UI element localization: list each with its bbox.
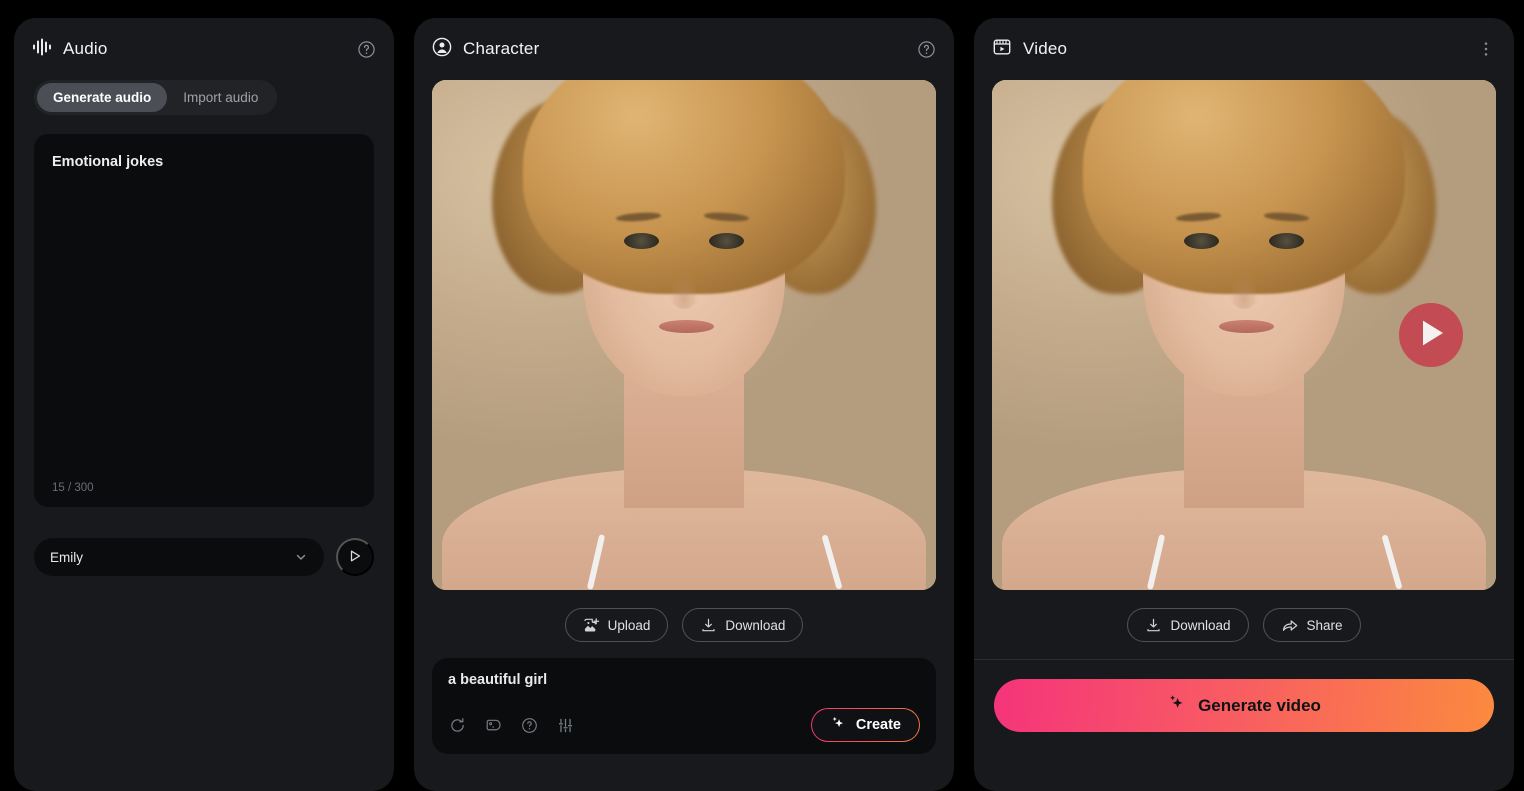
tab-generate-audio[interactable]: Generate audio bbox=[37, 83, 168, 112]
video-download-button[interactable]: Download bbox=[1127, 608, 1249, 642]
audio-panel-header: Audio bbox=[14, 18, 394, 80]
voice-select-value: Emily bbox=[50, 549, 83, 565]
download-icon bbox=[1145, 617, 1162, 634]
character-portrait bbox=[432, 80, 936, 590]
audio-help-icon[interactable] bbox=[354, 37, 378, 61]
user-circle-icon bbox=[432, 37, 452, 62]
prompt-toolbar: Create bbox=[448, 708, 920, 742]
tab-import-audio[interactable]: Import audio bbox=[167, 83, 274, 112]
settings-icon[interactable] bbox=[556, 716, 575, 735]
sparkle-icon bbox=[1167, 693, 1187, 718]
character-prompt-box[interactable]: a beautiful girl Create bbox=[432, 658, 936, 754]
audio-title-group: Audio bbox=[32, 38, 107, 61]
audio-panel-title: Audio bbox=[63, 39, 108, 58]
download-icon bbox=[700, 617, 717, 634]
sparkle-icon bbox=[830, 715, 847, 736]
share-arrow-icon bbox=[1281, 617, 1299, 634]
more-vertical-icon[interactable] bbox=[1474, 37, 1498, 61]
video-panel-title: Video bbox=[1023, 39, 1068, 58]
video-play-button[interactable] bbox=[1399, 303, 1463, 367]
character-counter: 15 / 300 bbox=[52, 482, 94, 494]
regenerate-icon[interactable] bbox=[448, 716, 467, 735]
help-icon[interactable] bbox=[520, 716, 539, 735]
character-panel-title: Character bbox=[463, 39, 540, 58]
upload-button[interactable]: Upload bbox=[564, 608, 669, 642]
upload-button-label: Upload bbox=[607, 617, 651, 633]
play-triangle-icon bbox=[1415, 318, 1447, 353]
prompt-text: a beautiful girl bbox=[448, 672, 548, 688]
voice-select[interactable]: Emily bbox=[34, 538, 324, 576]
script-text: Emotional jokes bbox=[52, 154, 164, 170]
create-button[interactable]: Create bbox=[811, 708, 920, 742]
style-icon[interactable] bbox=[484, 716, 503, 735]
character-download-button[interactable]: Download bbox=[682, 608, 804, 642]
character-title-group: Character bbox=[432, 37, 539, 62]
video-title-group: Video bbox=[992, 37, 1067, 62]
character-actions: Upload Download bbox=[414, 590, 954, 642]
character-panel: Character Upload Download a beautiful gi… bbox=[414, 18, 954, 791]
play-triangle-icon bbox=[347, 548, 363, 567]
share-button[interactable]: Share bbox=[1262, 608, 1361, 642]
character-image[interactable] bbox=[432, 80, 936, 590]
character-help-icon[interactable] bbox=[914, 37, 938, 61]
chevron-down-icon bbox=[294, 550, 308, 564]
video-panel: Video Download Share Generate video bbox=[974, 18, 1514, 791]
character-download-label: Download bbox=[725, 617, 786, 633]
audio-panel-body: Generate audio Import audio Emotional jo… bbox=[14, 80, 394, 791]
character-prompt-wrap: a beautiful girl Create bbox=[414, 642, 954, 791]
workspace: Audio Generate audio Import audio Emotio… bbox=[0, 0, 1524, 791]
image-plus-icon bbox=[583, 617, 600, 634]
voice-preview-play-button[interactable] bbox=[336, 538, 374, 576]
character-panel-header: Character bbox=[414, 18, 954, 80]
share-button-label: Share bbox=[1306, 617, 1343, 633]
generate-video-wrap: Generate video bbox=[974, 660, 1514, 732]
video-panel-header: Video bbox=[974, 18, 1514, 80]
video-actions: Download Share bbox=[974, 590, 1514, 642]
create-button-label: Create bbox=[855, 717, 901, 733]
generate-video-label: Generate video bbox=[1198, 695, 1321, 715]
generate-video-button[interactable]: Generate video bbox=[994, 679, 1494, 732]
video-clapper-icon bbox=[992, 37, 1012, 62]
voice-row: Emily bbox=[34, 538, 374, 576]
video-preview[interactable] bbox=[992, 80, 1496, 590]
waveform-icon bbox=[32, 38, 52, 61]
video-download-label: Download bbox=[1170, 617, 1231, 633]
audio-panel: Audio Generate audio Import audio Emotio… bbox=[14, 18, 394, 791]
audio-mode-tabs: Generate audio Import audio bbox=[34, 80, 278, 115]
script-input[interactable]: Emotional jokes 15 / 300 bbox=[34, 134, 374, 507]
